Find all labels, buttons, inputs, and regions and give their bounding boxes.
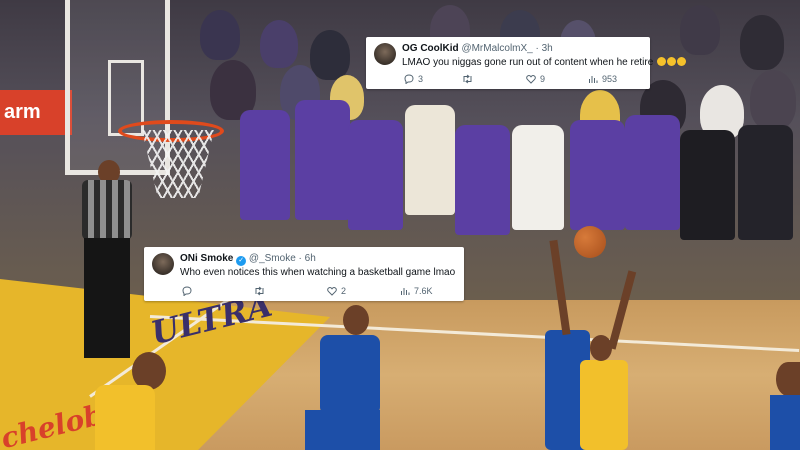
views-icon [589,76,598,83]
reply-count: 3 [418,74,424,84]
tweet-card-top[interactable]: OG CoolKid @MrMalcolmX_ · 3h LMAO you ni… [366,37,687,89]
tweet-time: · 6h [298,253,316,264]
views-icon [401,288,410,295]
user-avatar[interactable] [374,43,396,65]
reply-icon [404,74,414,84]
retweet-icon [255,286,264,296]
crying-laughing-emoji-icon [677,57,687,66]
basketball [574,226,606,258]
tweet-header: ONi Smoke ✓ @_Smoke · 6h [180,253,316,266]
views-count: 7.6K [414,286,433,296]
user-handle[interactable]: @MrMalcolmX_ [461,43,532,54]
tweet-header: OG CoolKid @MrMalcolmX_ · 3h [402,43,553,54]
reply-button[interactable]: 3 [404,74,423,84]
user-handle[interactable]: @_Smoke [249,253,296,264]
ad-board: arm [0,90,72,135]
heart-icon [327,287,337,296]
crying-laughing-emoji-icon [657,57,667,66]
tweet-card-bottom[interactable]: ONi Smoke ✓ @_Smoke · 6h Who even notice… [144,247,464,301]
like-count: 9 [540,74,546,84]
retweet-button[interactable] [254,286,265,296]
like-count: 2 [341,286,347,296]
tweet-body: LMAO you niggas gone run out of content … [402,57,654,68]
reply-icon [182,286,192,296]
retweet-icon [463,74,472,84]
tweet-text: Who even notices this when watching a ba… [180,267,456,278]
like-button[interactable]: 2 [327,286,346,296]
retweet-button[interactable] [462,74,473,84]
tweet-text: LMAO you niggas gone run out of content … [402,57,687,68]
display-name[interactable]: ONi Smoke [180,253,233,264]
views-button[interactable]: 953 [588,74,617,84]
heart-icon [526,75,536,84]
views-count: 953 [602,74,618,84]
verified-badge-icon: ✓ [236,256,247,266]
user-avatar[interactable] [152,253,174,275]
like-button[interactable]: 9 [526,74,545,84]
crying-laughing-emoji-icon [667,57,677,66]
tweet-time: · 3h [535,43,553,54]
display-name[interactable]: OG CoolKid [402,43,459,54]
reply-button[interactable] [182,286,192,296]
views-button[interactable]: 7.6K [400,286,433,296]
